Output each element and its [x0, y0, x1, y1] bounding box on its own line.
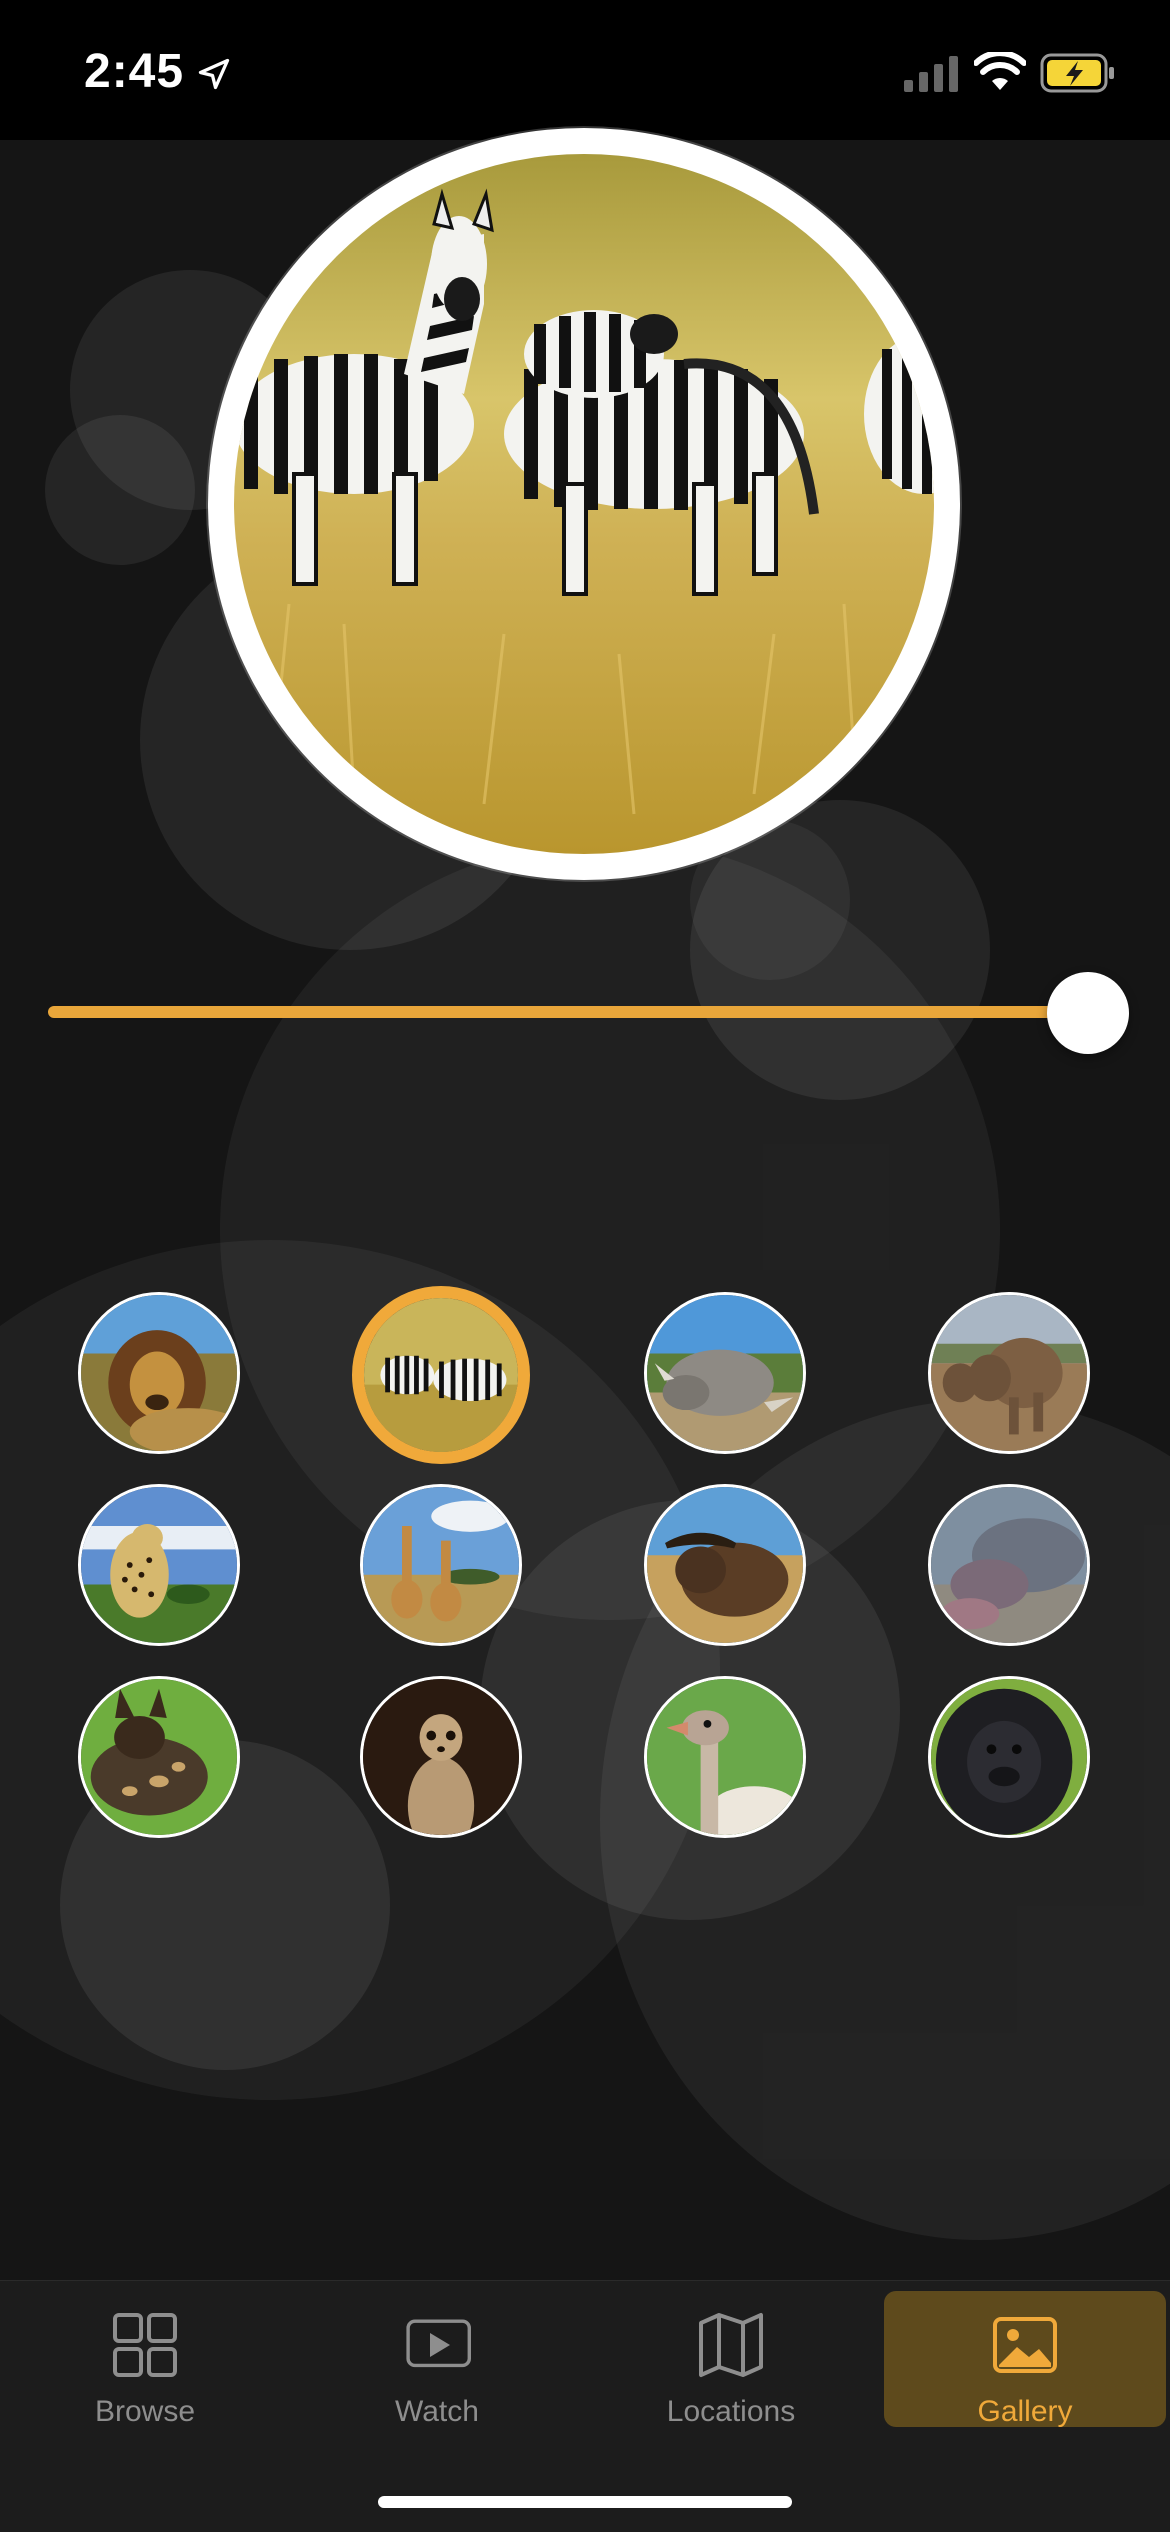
thumbnail-giraffes[interactable]	[360, 1484, 522, 1646]
tab-gallery[interactable]: Gallery	[884, 2291, 1166, 2428]
gallery-thumbnail-grid	[0, 1286, 1170, 1886]
wifi-icon	[974, 52, 1026, 90]
thumbnail-gorilla[interactable]	[928, 1676, 1090, 1838]
grid-icon	[113, 2313, 177, 2377]
tab-browse[interactable]: Browse	[4, 2291, 286, 2428]
thumbnail-meerkat[interactable]	[360, 1676, 522, 1838]
home-indicator	[378, 2496, 792, 2508]
thumbnail-buffalo[interactable]	[644, 1484, 806, 1646]
hero-image-frame	[208, 128, 960, 880]
signal-icon	[904, 56, 958, 92]
tab-bar: Browse Watch Locations Gallery	[0, 2280, 1170, 2532]
status-time: 2:45	[84, 45, 185, 98]
thumbnail-elephants[interactable]	[928, 1292, 1090, 1454]
thumbnail-rhinoceros[interactable]	[644, 1292, 806, 1454]
location-arrow-icon	[198, 58, 230, 90]
tab-gallery-label: Gallery	[977, 2395, 1073, 2428]
slider-thumb[interactable]	[1047, 972, 1129, 1054]
tab-browse-label: Browse	[94, 2395, 196, 2428]
play-icon	[406, 2319, 471, 2368]
thumbnail-hippos[interactable]	[928, 1484, 1090, 1646]
decorative-bubble	[45, 415, 195, 565]
map-icon	[699, 2313, 763, 2377]
thumbnail-lion[interactable]	[78, 1292, 240, 1454]
tab-locations[interactable]: Locations	[590, 2291, 872, 2428]
slider-track[interactable]	[48, 1006, 1088, 1018]
photo-icon	[993, 2317, 1057, 2373]
thumbnail-zebras[interactable]	[352, 1286, 530, 1464]
thumbnail-wild-dog[interactable]	[78, 1676, 240, 1838]
thumbnail-cheetah[interactable]	[78, 1484, 240, 1646]
thumbnail-ostrich[interactable]	[644, 1676, 806, 1838]
tab-locations-label: Locations	[666, 2395, 796, 2428]
app-screen: 2:45 Browse Watch Locations Gallery	[0, 0, 1170, 2532]
tab-watch[interactable]: Watch	[296, 2291, 578, 2428]
battery-charging-icon	[1040, 53, 1114, 93]
status-bar: 2:45	[0, 0, 1170, 140]
hero-zebra-image	[234, 154, 934, 854]
image-slider[interactable]	[48, 962, 1129, 1062]
tab-watch-label: Watch	[395, 2395, 479, 2428]
